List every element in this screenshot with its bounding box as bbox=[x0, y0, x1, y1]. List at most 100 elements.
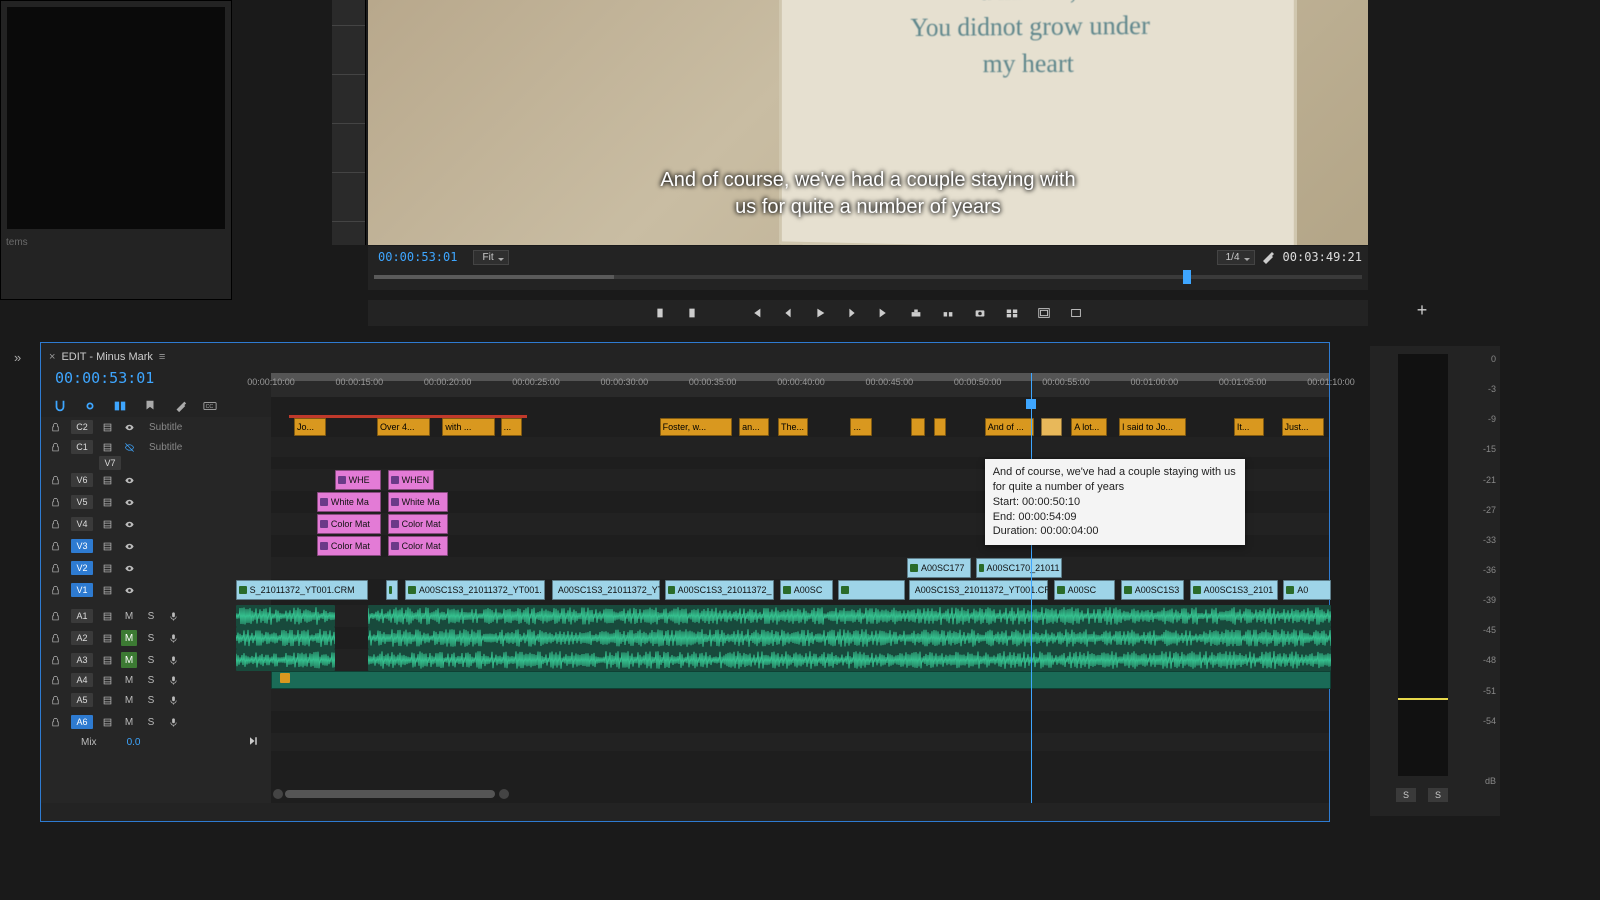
tab-menu-icon[interactable]: ≡ bbox=[159, 351, 163, 363]
timeline-body[interactable]: 00:00:10:0000:00:15:0000:00:20:0000:00:2… bbox=[271, 373, 1329, 803]
track-header-C2[interactable]: C2Subtitle bbox=[41, 417, 271, 437]
extract-button[interactable] bbox=[940, 305, 956, 321]
sync-lock-icon[interactable] bbox=[99, 419, 115, 435]
play-button[interactable] bbox=[812, 305, 828, 321]
caption-track-icon[interactable]: CC bbox=[203, 399, 219, 415]
panel-expand-icon[interactable]: » bbox=[14, 350, 21, 365]
voiceover-icon[interactable] bbox=[165, 692, 181, 708]
audio-clip[interactable] bbox=[271, 671, 1331, 689]
clip[interactable]: Color Mat bbox=[317, 536, 381, 556]
solo-button[interactable]: S bbox=[143, 652, 159, 668]
voiceover-icon[interactable] bbox=[165, 672, 181, 688]
voiceover-icon[interactable] bbox=[165, 630, 181, 646]
insert-overwrite-icon[interactable] bbox=[113, 399, 129, 415]
lane-A6[interactable] bbox=[271, 711, 1329, 733]
track-target[interactable]: V7 bbox=[99, 456, 121, 470]
clip[interactable] bbox=[911, 418, 925, 436]
playback-resolution-dropdown[interactable]: 1/4 bbox=[1217, 250, 1255, 265]
clip[interactable]: A00SC170_21011 bbox=[976, 558, 1063, 578]
solo-button[interactable]: S bbox=[143, 608, 159, 624]
clip[interactable] bbox=[838, 580, 905, 600]
track-header-V2[interactable]: V2 bbox=[41, 557, 271, 579]
toggle-visibility-icon[interactable] bbox=[121, 472, 137, 488]
linked-selection-icon[interactable] bbox=[83, 399, 99, 415]
clip[interactable]: A lot... bbox=[1071, 418, 1106, 436]
clip[interactable]: Color Mat bbox=[388, 536, 448, 556]
toggle-visibility-icon[interactable] bbox=[121, 494, 137, 510]
clip[interactable]: A00SC bbox=[1054, 580, 1116, 600]
mute-button[interactable]: M bbox=[121, 608, 137, 624]
clip[interactable] bbox=[1041, 418, 1062, 436]
lane-MIX[interactable] bbox=[271, 733, 1329, 751]
clip[interactable]: It... bbox=[1234, 418, 1264, 436]
clip[interactable]: And of ... bbox=[985, 418, 1034, 436]
mute-button[interactable]: M bbox=[121, 630, 137, 646]
proxy-button[interactable] bbox=[1068, 305, 1084, 321]
toggle-visibility-icon[interactable] bbox=[121, 538, 137, 554]
lock-icon[interactable] bbox=[47, 692, 63, 708]
track-header-V3[interactable]: V3 bbox=[41, 535, 271, 557]
track-header-V6[interactable]: V6 bbox=[41, 469, 271, 491]
multicam-button[interactable] bbox=[1004, 305, 1020, 321]
track-target[interactable]: V1 bbox=[71, 583, 93, 597]
track-target[interactable]: A6 bbox=[71, 715, 93, 729]
track-target[interactable]: A2 bbox=[71, 631, 93, 645]
clip[interactable]: Foster, w... bbox=[660, 418, 732, 436]
sync-lock-icon[interactable] bbox=[99, 692, 115, 708]
clip[interactable]: A00SC1S3_21011372_ bbox=[665, 580, 775, 600]
clip[interactable]: A00SC bbox=[780, 580, 833, 600]
audio-clip[interactable] bbox=[236, 649, 335, 671]
mute-button[interactable]: M bbox=[121, 672, 137, 688]
solo-button[interactable]: S bbox=[143, 692, 159, 708]
step-back-button[interactable] bbox=[780, 305, 796, 321]
sync-lock-icon[interactable] bbox=[99, 714, 115, 730]
mark-clip-button[interactable] bbox=[716, 305, 732, 321]
solo-button[interactable]: S bbox=[143, 672, 159, 688]
track-header-V4[interactable]: V4 bbox=[41, 513, 271, 535]
settings-wrench-icon[interactable] bbox=[173, 399, 189, 415]
track-target[interactable]: A5 bbox=[71, 693, 93, 707]
track-header-A5[interactable]: A5 MS bbox=[41, 689, 271, 711]
sync-lock-icon[interactable] bbox=[99, 652, 115, 668]
track-target[interactable]: A4 bbox=[71, 673, 93, 687]
clip[interactable]: White Ma bbox=[317, 492, 381, 512]
lane-V2[interactable] bbox=[271, 557, 1329, 579]
audio-clip[interactable] bbox=[368, 649, 1331, 671]
toggle-visibility-icon[interactable] bbox=[121, 582, 137, 598]
lock-icon[interactable] bbox=[47, 672, 63, 688]
solo-button[interactable]: S bbox=[143, 714, 159, 730]
sync-lock-icon[interactable] bbox=[99, 608, 115, 624]
go-to-out-button[interactable] bbox=[876, 305, 892, 321]
mute-button[interactable]: M bbox=[121, 652, 137, 668]
step-fwd-button[interactable] bbox=[844, 305, 860, 321]
clip[interactable]: Jo... bbox=[294, 418, 326, 436]
track-target[interactable]: A3 bbox=[71, 653, 93, 667]
clip[interactable]: I said to Jo... bbox=[1119, 418, 1186, 436]
track-target[interactable]: V2 bbox=[71, 561, 93, 575]
lock-icon[interactable] bbox=[47, 516, 63, 532]
audio-clip[interactable] bbox=[236, 605, 335, 627]
clip[interactable]: A00SC177 bbox=[907, 558, 971, 578]
clip[interactable]: A00SC1S3_2101 bbox=[1190, 580, 1278, 600]
sync-lock-icon[interactable] bbox=[99, 672, 115, 688]
mark-in-button[interactable] bbox=[652, 305, 668, 321]
lane-A5[interactable] bbox=[271, 689, 1329, 711]
lane-C1[interactable] bbox=[271, 437, 1329, 457]
close-tab-icon[interactable]: × bbox=[49, 351, 55, 363]
settings-icon[interactable] bbox=[1259, 249, 1275, 265]
audio-clip[interactable] bbox=[368, 605, 1331, 627]
clip[interactable]: an... bbox=[739, 418, 769, 436]
track-target[interactable]: V3 bbox=[71, 539, 93, 553]
source-monitor[interactable] bbox=[7, 7, 225, 229]
meter-solo-left[interactable]: S bbox=[1396, 788, 1416, 802]
lock-icon[interactable] bbox=[47, 472, 63, 488]
meter-solo-right[interactable]: S bbox=[1428, 788, 1448, 802]
lock-icon[interactable] bbox=[47, 582, 63, 598]
toggle-visibility-icon[interactable] bbox=[121, 516, 137, 532]
lock-icon[interactable] bbox=[47, 608, 63, 624]
sync-lock-icon[interactable] bbox=[99, 630, 115, 646]
mix-value[interactable]: 0.0 bbox=[127, 737, 141, 748]
clip[interactable]: The... bbox=[778, 418, 808, 436]
clip[interactable]: WHEN bbox=[388, 470, 434, 490]
mute-button[interactable]: M bbox=[121, 692, 137, 708]
